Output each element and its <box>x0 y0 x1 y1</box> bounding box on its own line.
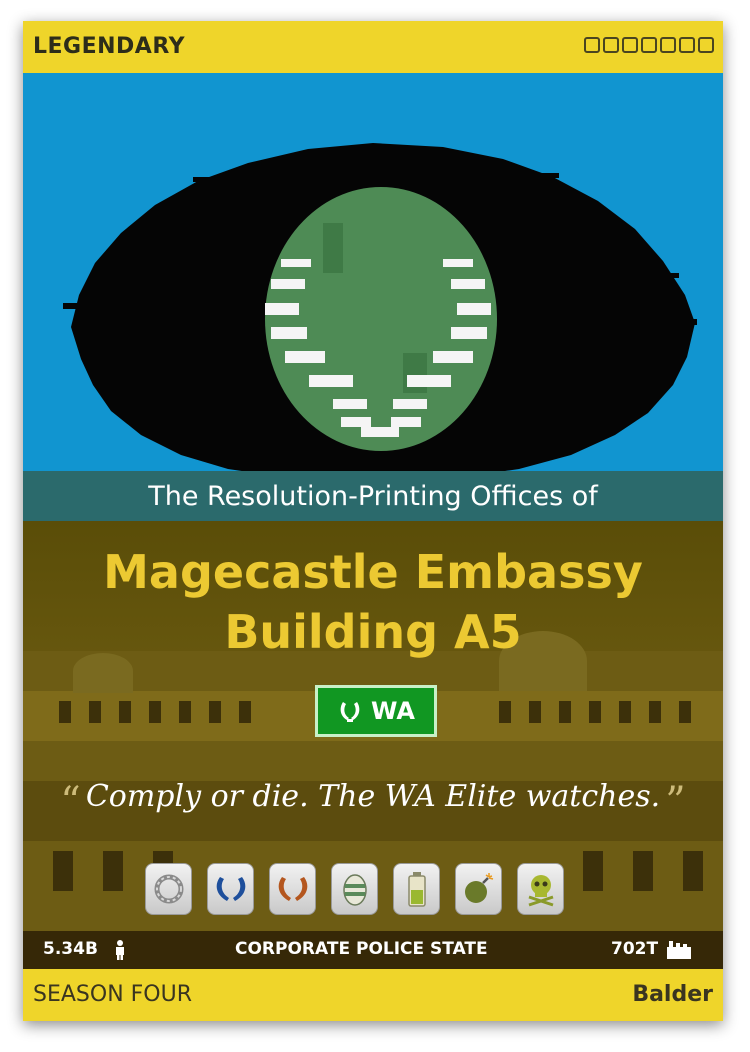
skull-badge[interactable] <box>517 863 564 915</box>
badge-row <box>145 863 564 915</box>
bomb-icon <box>464 873 493 903</box>
season-label: SEASON FOUR <box>33 982 193 1007</box>
skull-crossbones-icon <box>528 875 553 907</box>
slot-box <box>679 37 695 53</box>
ring-badge[interactable] <box>145 863 192 915</box>
gdp-value: 702T <box>611 939 659 959</box>
nation-flag[interactable] <box>23 73 723 471</box>
pretitle-bar: The Resolution-Printing Offices of <box>23 471 723 521</box>
wa-label: WA <box>371 697 415 725</box>
card-footer: SEASON FOUR Balder <box>23 969 723 1021</box>
person-icon <box>116 940 124 960</box>
region-link[interactable]: Balder <box>632 982 713 1007</box>
bomb-badge[interactable] <box>455 863 502 915</box>
battery-icon <box>407 872 426 907</box>
population-value: 5.34B <box>43 939 98 959</box>
easter-egg-badge[interactable] <box>331 863 378 915</box>
battery-badge[interactable] <box>393 863 440 915</box>
open-quote: “ <box>60 779 81 825</box>
wa-delegate-badge[interactable] <box>207 863 254 915</box>
card-header: LEGENDARY <box>23 21 723 73</box>
card-body: Magecastle Embassy Building A5 WA “ Comp… <box>23 521 723 969</box>
factory-icon <box>667 941 691 959</box>
wa-delegate-laurel-icon <box>216 877 245 901</box>
nation-card: LEGENDARY The Resolution-Printing Office… <box>23 21 723 1021</box>
slot-box <box>622 37 638 53</box>
wa-endorsement-laurel-icon <box>278 877 307 901</box>
slot-box <box>603 37 619 53</box>
government-category: CORPORATE POLICE STATE <box>235 939 488 959</box>
motto: “ Comply or die. The WA Elite watches. ” <box>23 779 723 825</box>
slot-box <box>641 37 657 53</box>
easter-egg-icon <box>342 874 367 906</box>
nation-name-line2: Building A5 <box>224 605 522 659</box>
slot-box <box>660 37 676 53</box>
nation-pretitle: The Resolution-Printing Offices of <box>148 480 598 512</box>
nation-name-line1: Magecastle Embassy <box>103 545 643 599</box>
motto-text: Comply or die. The WA Elite watches. <box>85 779 661 814</box>
rarity-label: LEGENDARY <box>33 34 186 59</box>
wa-member-badge[interactable]: WA <box>315 685 437 737</box>
stats-bar: 5.34B CORPORATE POLICE STATE 702T <box>23 931 723 969</box>
ring-icon <box>154 874 183 904</box>
flag-image <box>23 73 723 471</box>
collection-slots <box>584 37 714 53</box>
wa-endorsement-badge[interactable] <box>269 863 316 915</box>
slot-box <box>698 37 714 53</box>
wa-laurel-icon <box>340 702 360 722</box>
slot-box <box>584 37 600 53</box>
close-quote: ” <box>665 779 686 825</box>
